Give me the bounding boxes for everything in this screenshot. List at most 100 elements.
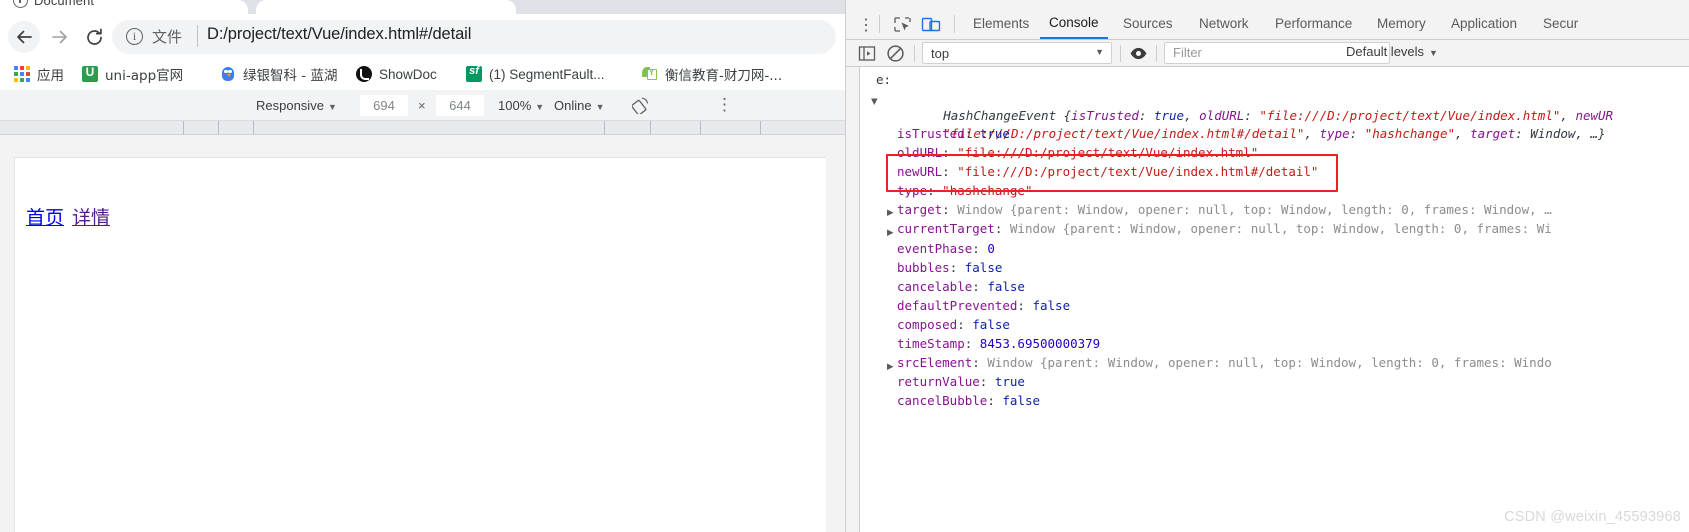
browser-tab-secondary[interactable] xyxy=(256,0,516,14)
property-key: eventPhase xyxy=(897,241,973,256)
property-row[interactable]: type: "hashchange" xyxy=(897,181,1032,200)
tab-sources[interactable]: Sources xyxy=(1114,8,1182,39)
bookmark-apps[interactable]: 应用 xyxy=(10,61,68,87)
clear-console-icon[interactable] xyxy=(886,44,905,63)
device-height-input[interactable]: 644 xyxy=(436,94,484,116)
property-row[interactable]: composed: false xyxy=(897,315,1010,334)
property-row[interactable]: srcElement: Window {parent: Window, open… xyxy=(897,353,1552,372)
browser-toolbar: i 文件 D:/project/text/Vue/index.html#/det… xyxy=(0,14,845,61)
property-row[interactable]: newURL: "file:///D:/project/text/Vue/ind… xyxy=(897,162,1318,181)
chevron-down-icon: ▼ xyxy=(595,101,605,112)
devtools-tab-bar: ⋮ Elements Console Sources Network Perfo… xyxy=(846,8,1689,40)
property-key: isTrusted xyxy=(897,126,965,141)
console-sidebar-icon[interactable] xyxy=(858,45,876,62)
tab-elements[interactable]: Elements xyxy=(964,8,1038,39)
bookmark-lanhu[interactable]: 绿银智科 - 蓝湖 xyxy=(216,61,341,87)
device-toolbar-icon[interactable] xyxy=(921,15,941,34)
property-row[interactable]: defaultPrevented: false xyxy=(897,296,1070,315)
console-output[interactable]: e: ▼ HashChangeEvent {isTrusted: true, o… xyxy=(846,67,1689,532)
devtools-main-menu-button[interactable]: ⋮ xyxy=(858,18,874,34)
address-divider xyxy=(197,25,198,47)
tab-performance[interactable]: Performance xyxy=(1266,8,1361,39)
uni-app-icon xyxy=(82,65,98,82)
bookmark-label: 衡信教育-财刀网-... xyxy=(665,68,783,84)
page-link-detail[interactable]: 详情 xyxy=(72,203,110,230)
dimension-separator: × xyxy=(418,97,426,113)
segmentfault-icon xyxy=(466,65,482,82)
bookmarks-bar: 应用 uni-app官网 绿银智科 - 蓝湖 ShowDoc (1) Segme… xyxy=(0,58,845,90)
preview-type: "hashchange" xyxy=(1364,126,1455,142)
expand-arrow-icon[interactable]: ▶ xyxy=(887,204,894,223)
property-key: currentTarget xyxy=(897,221,995,236)
tab-security[interactable]: Secur xyxy=(1534,8,1587,39)
property-row[interactable]: cancelable: false xyxy=(897,277,1025,296)
property-row[interactable]: isTrusted: true xyxy=(897,124,1010,143)
property-value: Window {parent: Window, opener: null, to… xyxy=(957,202,1552,217)
console-toolbar: top ▼ Filter Default levels ▼ xyxy=(846,40,1689,67)
property-key: cancelBubble xyxy=(897,393,988,408)
browser-tab-active[interactable]: Document xyxy=(0,0,248,14)
property-key: cancelable xyxy=(897,279,973,294)
property-value: 0 xyxy=(987,241,995,256)
address-bar[interactable]: i 文件 D:/project/text/Vue/index.html#/det… xyxy=(112,20,836,54)
execution-context-selector[interactable]: top ▼ xyxy=(922,42,1112,64)
rotate-button[interactable] xyxy=(631,96,650,116)
property-key: composed xyxy=(897,317,958,332)
viewport-ruler[interactable] xyxy=(0,121,845,135)
bookmark-label: uni-app官网 xyxy=(105,68,184,84)
property-row[interactable]: cancelBubble: false xyxy=(897,391,1040,410)
property-value: false xyxy=(1002,393,1041,408)
bookmark-label: 绿银智科 - 蓝湖 xyxy=(243,68,338,84)
bookmark-label: (1) SegmentFault... xyxy=(489,66,605,82)
device-zoom-label: 100% xyxy=(498,97,532,113)
console-log-entry[interactable]: e: ▼ HashChangeEvent {isTrusted: true, o… xyxy=(861,67,1689,532)
device-toolbar-more-button[interactable]: ⋮ xyxy=(716,96,733,113)
inspect-element-icon[interactable] xyxy=(893,16,913,34)
property-row[interactable]: target: Window {parent: Window, opener: … xyxy=(897,200,1552,219)
tab-title: Document xyxy=(34,0,95,8)
expand-arrow-icon[interactable]: ▼ xyxy=(871,93,878,112)
log-level-label: Default levels xyxy=(1346,44,1425,59)
property-row[interactable]: timeStamp: 8453.69500000379 xyxy=(897,334,1100,353)
property-row[interactable]: oldURL: "file:///D:/project/text/Vue/ind… xyxy=(897,143,1258,162)
eye-glyph xyxy=(1130,47,1147,60)
forward-button[interactable] xyxy=(44,21,76,53)
property-row[interactable]: eventPhase: 0 xyxy=(897,239,995,258)
bookmark-segmentfault[interactable]: (1) SegmentFault... xyxy=(462,61,609,87)
property-value: Window {parent: Window, opener: null, to… xyxy=(987,355,1552,370)
bookmark-hengxin[interactable]: 衡信教育-财刀网-... xyxy=(638,61,786,87)
bookmark-uni-app[interactable]: uni-app官网 xyxy=(78,61,187,87)
property-row[interactable]: returnValue: true xyxy=(897,372,1025,391)
property-value: true xyxy=(994,374,1025,389)
eye-icon[interactable] xyxy=(1129,44,1148,63)
expand-arrow-icon[interactable]: ▶ xyxy=(887,358,894,377)
rotate-icon xyxy=(631,97,649,116)
tab-application[interactable]: Application xyxy=(1442,8,1526,39)
property-key: bubbles xyxy=(897,260,950,275)
property-row[interactable]: currentTarget: Window {parent: Window, o… xyxy=(897,219,1552,238)
tab-strip: Document xyxy=(0,0,845,14)
back-button[interactable] xyxy=(8,21,40,53)
property-row[interactable]: bubbles: false xyxy=(897,258,1002,277)
expand-arrow-icon[interactable]: ▶ xyxy=(887,224,894,243)
hengxin-icon xyxy=(642,66,658,82)
tab-memory[interactable]: Memory xyxy=(1368,8,1435,39)
device-width-input[interactable]: 694 xyxy=(360,94,408,116)
chevron-down-icon: ▼ xyxy=(1429,48,1438,58)
log-level-dropdown[interactable]: Default levels ▼ xyxy=(1346,44,1438,59)
page-link-home[interactable]: 首页 xyxy=(26,203,64,230)
property-value: Window {parent: Window, opener: null, to… xyxy=(1009,221,1552,236)
device-zoom-dropdown[interactable]: 100% ▼ xyxy=(498,98,544,113)
clear-console-glyph xyxy=(887,45,904,62)
network-throttle-dropdown[interactable]: Online ▼ xyxy=(554,98,605,113)
bookmark-showdoc[interactable]: ShowDoc xyxy=(352,61,441,87)
reload-button[interactable] xyxy=(78,21,110,53)
tab-network[interactable]: Network xyxy=(1190,8,1258,39)
property-value: 8453.69500000379 xyxy=(979,336,1101,351)
reload-icon xyxy=(86,28,102,45)
device-preset-dropdown[interactable]: Responsive ▼ xyxy=(256,98,337,113)
page-info-icon[interactable]: i xyxy=(126,28,143,45)
emulated-viewport-background: 首页 详情 xyxy=(0,135,845,532)
address-url-text[interactable]: D:/project/text/Vue/index.html#/detail xyxy=(207,25,471,44)
tab-console[interactable]: Console xyxy=(1040,8,1108,39)
